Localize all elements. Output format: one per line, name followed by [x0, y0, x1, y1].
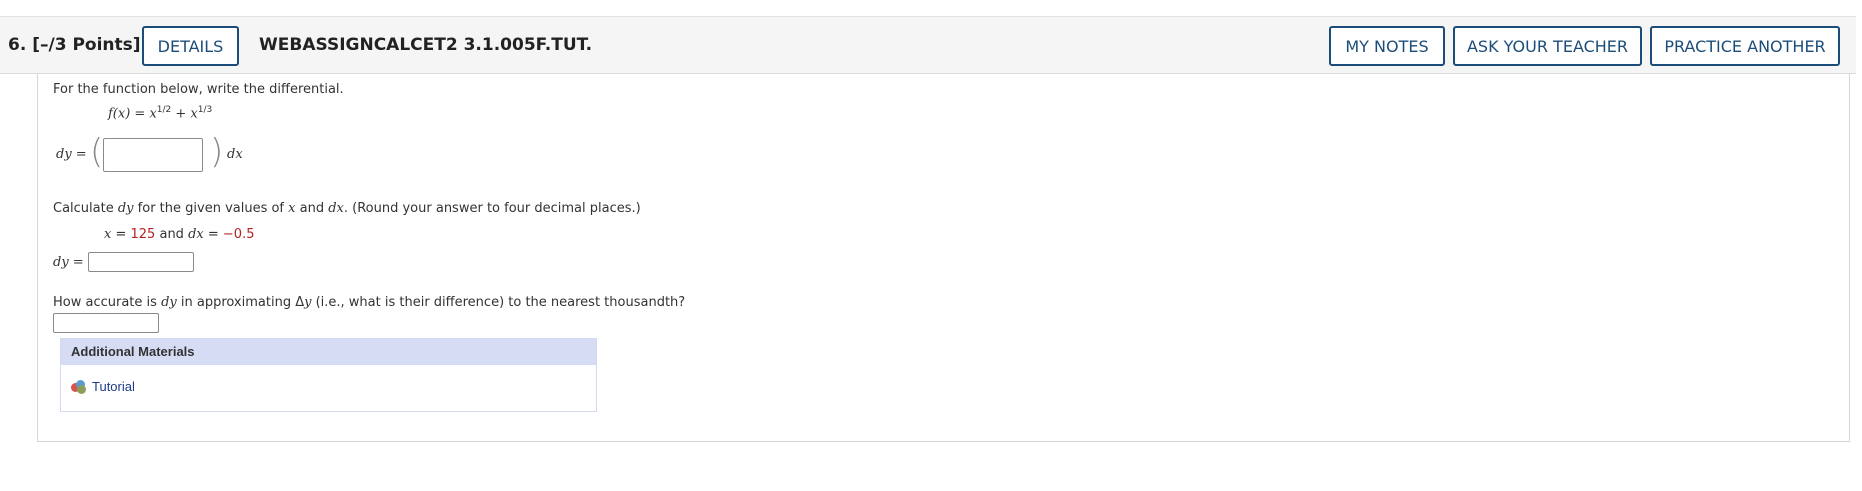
question-id: WEBASSIGNCALCET2 3.1.005F.TUT. [259, 35, 593, 55]
accuracy-input[interactable] [53, 313, 159, 333]
dy-answer-label: dy = [53, 255, 84, 270]
details-button[interactable]: DETAILS [142, 26, 239, 66]
function-definition: f(x) = x1/2 + x1/3 [108, 105, 213, 122]
dx-label: dx [227, 147, 243, 162]
close-paren: ) [210, 132, 224, 172]
additional-materials-title: Additional Materials [61, 339, 596, 365]
question-number-points: 6. [–/3 Points] [8, 35, 141, 55]
part2-instruction: Calculate dy for the given values of x a… [53, 201, 641, 216]
open-paren: ( [90, 132, 104, 172]
tutorial-link[interactable]: Tutorial [71, 379, 135, 394]
ask-your-teacher-button[interactable]: ASK YOUR TEACHER [1453, 26, 1642, 66]
part1-instruction: For the function below, write the differ… [53, 82, 344, 97]
dy-label: dy = [56, 147, 87, 162]
tutorial-label[interactable]: Tutorial [92, 379, 135, 394]
additional-materials-panel: Additional Materials Tutorial [60, 338, 597, 412]
part3-instruction: How accurate is dy in approximating Δy (… [53, 295, 686, 310]
my-notes-button[interactable]: MY NOTES [1329, 26, 1445, 66]
tutorial-icon [71, 379, 87, 394]
practice-another-button[interactable]: PRACTICE ANOTHER [1650, 26, 1840, 66]
points-label: [–/3 Points] [32, 35, 141, 55]
dy-answer-input[interactable] [88, 252, 194, 272]
x-value: 125 [130, 227, 156, 242]
given-values: x = 125 and dx = −0.5 [104, 227, 255, 242]
differential-input[interactable] [103, 138, 203, 172]
question-header: 6. [–/3 Points] DETAILS WEBASSIGNCALCET2… [0, 16, 1856, 74]
dx-value: −0.5 [222, 227, 255, 242]
question-number: 6. [8, 35, 27, 55]
question-body: For the function below, write the differ… [37, 74, 1850, 442]
